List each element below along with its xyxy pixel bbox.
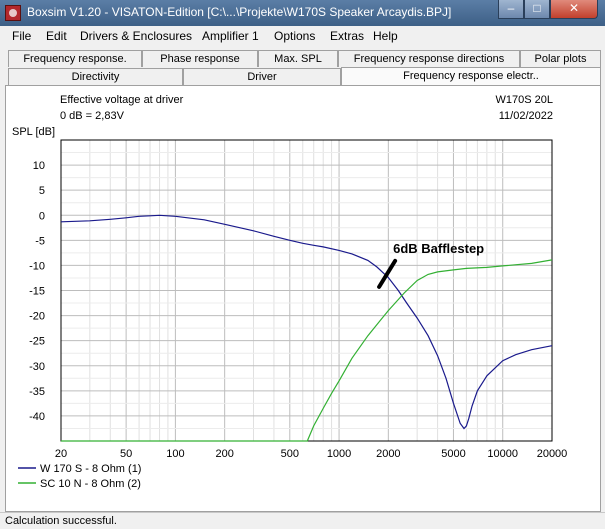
menu-amplifier[interactable]: Amplifier 1	[202, 29, 259, 43]
annotation-text: 6dB Bafflestep	[393, 241, 484, 256]
minimize-button[interactable]: –	[498, 0, 524, 19]
frequency-response-chart: 1050-5-10-15-20-25-30-35-40SPL [dB]20 50 1…	[12, 126, 568, 490]
y-axis-label: SPL [dB]	[12, 126, 55, 138]
x-tick-label: 50	[120, 448, 132, 460]
y-tick-label: -30	[29, 361, 45, 373]
x-tick-label: 500	[281, 448, 299, 460]
legend-label-1: W 170 S - 8 Ohm (1)	[40, 463, 141, 475]
x-tick-label: 2000	[376, 448, 400, 460]
x-tick-label: 1000	[327, 448, 351, 460]
close-button[interactable]: ✕	[550, 0, 598, 19]
y-tick-label: -25	[29, 336, 45, 348]
app-icon[interactable]	[5, 5, 21, 21]
tab-phase-response[interactable]: Phase response	[142, 50, 258, 67]
maximize-button[interactable]: □	[524, 0, 550, 19]
y-tick-label: 5	[39, 185, 45, 197]
y-tick-label: 0	[39, 210, 45, 222]
tab-frequency-response-electrical[interactable]: Frequency response electr..	[341, 67, 601, 86]
menu-file[interactable]: File	[12, 29, 31, 43]
tab-driver[interactable]: Driver	[183, 68, 341, 85]
chart-panel: Effective voltage at driver 0 dB = 2,83V…	[5, 86, 601, 512]
tab-frequency-response[interactable]: Frequency response.	[8, 50, 142, 67]
x-tick-label: 5000	[441, 448, 465, 460]
tab-max-spl[interactable]: Max. SPL	[258, 50, 338, 67]
y-tick-label: -35	[29, 386, 45, 398]
title-bar: Boxsim V1.20 - VISATON-Edition [C:\...\P…	[0, 0, 605, 26]
y-tick-label: 10	[33, 160, 45, 172]
legend-label-2: SC 10 N - 8 Ohm (2)	[40, 478, 141, 490]
menu-bar: File Edit Drivers & Enclosures Amplifier…	[0, 26, 605, 46]
y-tick-label: -40	[29, 411, 45, 423]
x-tick-label: 20	[55, 448, 67, 460]
menu-drivers-enclosures[interactable]: Drivers & Enclosures	[80, 29, 192, 43]
tab-polar-plots[interactable]: Polar plots	[520, 50, 601, 67]
window-title: Boxsim V1.20 - VISATON-Edition [C:\...\P…	[27, 5, 452, 19]
x-tick-label: 10000	[487, 448, 518, 460]
menu-options[interactable]: Options	[274, 29, 315, 43]
y-tick-label: -10	[29, 260, 45, 272]
x-tick-label: 100	[166, 448, 184, 460]
status-bar: Calculation successful.	[0, 512, 605, 529]
tab-frequency-response-directions[interactable]: Frequency response directions	[338, 50, 520, 67]
x-tick-label: 20000	[537, 448, 568, 460]
menu-extras[interactable]: Extras	[330, 29, 364, 43]
tab-directivity[interactable]: Directivity	[8, 68, 183, 85]
x-tick-label: 200	[215, 448, 233, 460]
y-tick-label: -5	[35, 235, 45, 247]
status-text: Calculation successful.	[5, 515, 117, 527]
series-line-2	[61, 259, 553, 442]
y-tick-label: -15	[29, 286, 45, 298]
y-tick-label: -20	[29, 311, 45, 323]
menu-help[interactable]: Help	[373, 29, 398, 43]
menu-edit[interactable]: Edit	[46, 29, 67, 43]
